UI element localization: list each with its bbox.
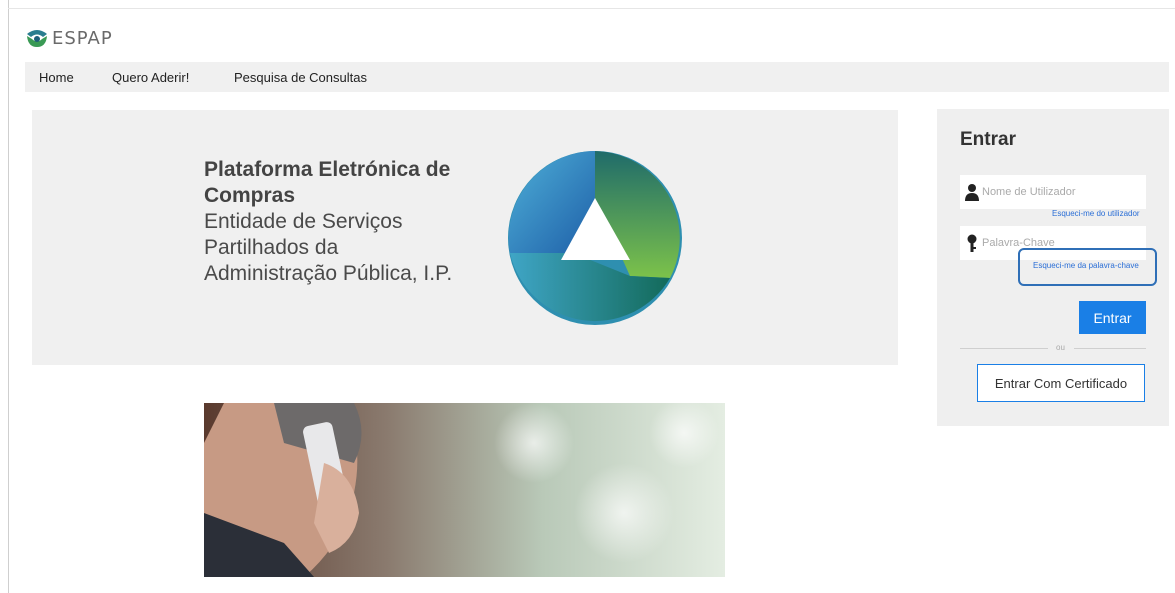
divider-right xyxy=(1074,348,1146,349)
person-on-phone-photo xyxy=(204,403,725,577)
espap-logo-mark-icon xyxy=(27,30,47,47)
platform-triangle-logo-icon xyxy=(508,151,682,325)
certificate-login-button[interactable]: Entrar Com Certificado xyxy=(977,364,1145,402)
login-title: Entrar xyxy=(960,129,1016,150)
window-frame-left xyxy=(8,0,9,593)
username-field[interactable] xyxy=(960,175,1146,209)
brand-name: ESPAP xyxy=(52,27,113,49)
espap-logo[interactable]: ESPAP xyxy=(26,27,113,49)
forgot-password-highlight xyxy=(1018,248,1157,286)
username-input[interactable] xyxy=(982,186,1142,198)
hero-banner: Plataforma Eletrónica de Compras Entidad… xyxy=(32,110,898,365)
divider-left xyxy=(960,348,1048,349)
forgot-username-link[interactable]: Esqueci-me do utilizador xyxy=(1052,209,1140,218)
nav-item-home[interactable]: Home xyxy=(39,70,74,85)
key-icon xyxy=(967,234,977,252)
hero-subtitle: Entidade de Serviços Partilhados da Admi… xyxy=(204,210,453,285)
nav-item-quero-aderir[interactable]: Quero Aderir! xyxy=(112,70,189,85)
top-navbar: Home Quero Aderir! Pesquisa de Consultas xyxy=(25,62,1169,92)
login-submit-button[interactable]: Entrar xyxy=(1079,301,1146,334)
divider-or-label: ou xyxy=(1056,343,1065,352)
window-frame-top xyxy=(8,8,1175,9)
user-icon xyxy=(965,184,979,201)
hero-title: Plataforma Eletrónica de Compras xyxy=(204,158,451,207)
hero-text-block: Plataforma Eletrónica de Compras Entidad… xyxy=(204,157,464,287)
nav-item-pesquisa-consultas[interactable]: Pesquisa de Consultas xyxy=(234,70,367,85)
